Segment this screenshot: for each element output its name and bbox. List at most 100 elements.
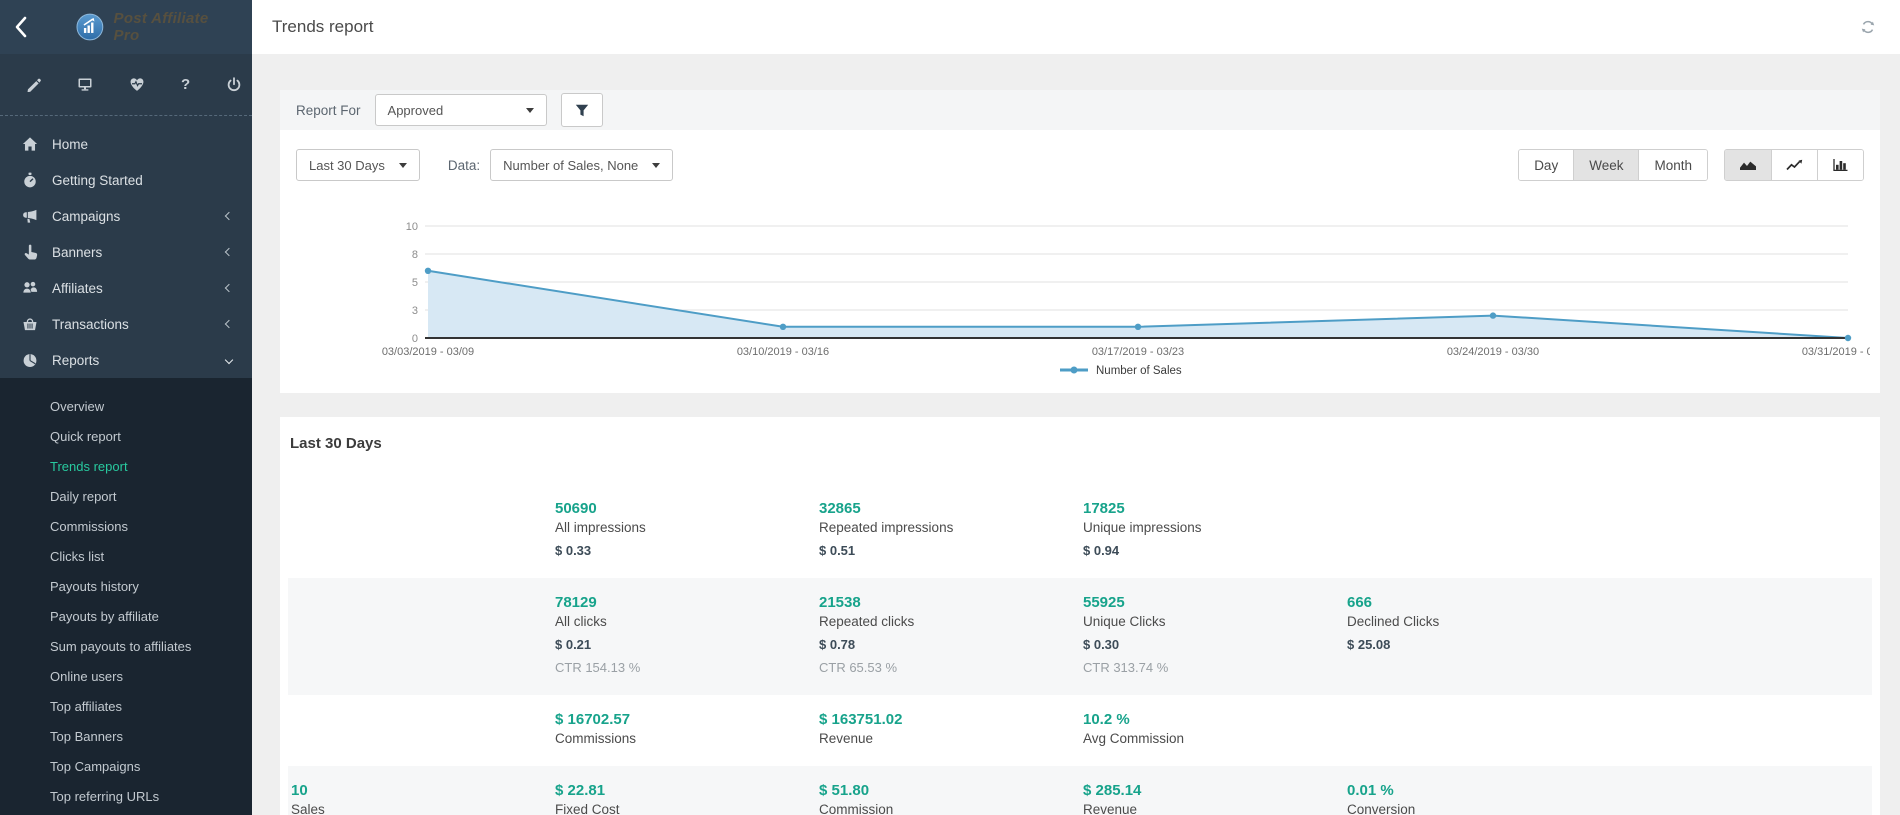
stat-sales-revenue: $ 285.14 Revenue avg$ 28.51: [1080, 782, 1344, 815]
submenu-item-sum-payouts[interactable]: Sum payouts to affiliates: [0, 632, 252, 662]
bar-chart-button[interactable]: [1817, 150, 1863, 180]
stat-revenue: $ 163751.02 Revenue: [816, 711, 1080, 746]
submenu-item-top-affiliates[interactable]: Top affiliates: [0, 692, 252, 722]
sidebar-item-home[interactable]: Home: [0, 126, 252, 162]
svg-text:03/31/2019 - 04/06: 03/31/2019 - 04/06: [1802, 346, 1870, 358]
submenu-item-overview[interactable]: Overview: [0, 392, 252, 422]
svg-text:8: 8: [412, 249, 418, 261]
stat-repeated-impressions: 32865 Repeated impressions $ 0.51: [816, 500, 1080, 558]
stat-label: Declined Clicks: [1347, 614, 1608, 629]
health-button[interactable]: [129, 76, 145, 94]
stat-money: $ 25.08: [1347, 637, 1608, 652]
users-icon: [22, 280, 38, 296]
stat-value: $ 51.80: [819, 782, 1080, 799]
stat-all-clicks: 78129 All clicks $ 0.21 CTR 154.13 %: [552, 594, 816, 675]
stat-unique-impressions: 17825 Unique impressions $ 0.94: [1080, 500, 1344, 558]
report-filter-bar: Report For Approved: [280, 90, 1880, 136]
page-title: Trends report: [272, 17, 373, 37]
report-for-value: Approved: [388, 103, 444, 118]
submenu-item-payouts-by-affiliate[interactable]: Payouts by affiliate: [0, 602, 252, 632]
data-label: Data:: [448, 158, 480, 173]
area-chart-button[interactable]: [1725, 150, 1771, 180]
submenu-item-commissions[interactable]: Commissions: [0, 512, 252, 542]
sidebar-item-banners[interactable]: Banners: [0, 234, 252, 270]
trend-chart[interactable]: 03581003/03/2019 - 03/0903/10/2019 - 03/…: [290, 210, 1870, 386]
stat-label: Sales: [291, 802, 552, 815]
stat-ctr: CTR 313.74 %: [1083, 660, 1344, 675]
date-range-value: Last 30 Days: [309, 158, 385, 173]
date-range-select[interactable]: Last 30 Days: [296, 149, 420, 181]
submenu-item-online-users[interactable]: Online users: [0, 662, 252, 692]
svg-text:03/03/2019 - 03/09: 03/03/2019 - 03/09: [382, 346, 474, 358]
sidebar-item-label: Home: [52, 137, 88, 152]
back-chevron-icon: [14, 16, 28, 38]
app-root: Post Affiliate Pro: [0, 0, 1900, 815]
logout-button[interactable]: [226, 76, 242, 94]
stat-label: All clicks: [555, 614, 816, 629]
refresh-button[interactable]: [1860, 19, 1876, 35]
submenu-item-top-referring-urls[interactable]: Top referring URLs: [0, 782, 252, 812]
trends-panel: Report For Approved Last 30 Days: [280, 90, 1880, 393]
sidebar-toolbar: ?: [0, 54, 252, 116]
stats-row-sales: 10 Sales $ 22.81 Fixed Cost $ 51.80 Comm…: [288, 766, 1872, 815]
submenu-item-clicks-list[interactable]: Clicks list: [0, 542, 252, 572]
line-chart-button[interactable]: [1771, 150, 1817, 180]
home-icon: [22, 136, 38, 152]
period-week-button[interactable]: Week: [1573, 150, 1638, 180]
data-series-select[interactable]: Number of Sales, None: [490, 149, 673, 181]
stat-unique-clicks: 55925 Unique Clicks $ 0.30 CTR 313.74 %: [1080, 594, 1344, 675]
submenu-item-daily-report[interactable]: Daily report: [0, 482, 252, 512]
sidebar-item-label: Transactions: [52, 317, 129, 332]
main-area: Trends report Report For Approved: [252, 0, 1900, 815]
edit-button[interactable]: [26, 76, 41, 94]
svg-text:3: 3: [412, 305, 418, 317]
question-icon: ?: [181, 76, 190, 93]
stat-value: 32865: [819, 500, 1080, 517]
sidebar-item-getting-started[interactable]: Getting Started: [0, 162, 252, 198]
bar-chart-icon: [1832, 158, 1849, 172]
help-button[interactable]: ?: [181, 76, 190, 94]
collapse-sidebar-button[interactable]: [14, 16, 48, 38]
sidebar-item-transactions[interactable]: Transactions: [0, 306, 252, 342]
sidebar-item-reports[interactable]: Reports: [0, 342, 252, 378]
logo-text: Post Affiliate Pro: [114, 10, 238, 44]
data-series-value: Number of Sales, None: [503, 158, 638, 173]
sidebar-item-affiliates[interactable]: Affiliates: [0, 270, 252, 306]
page-header: Trends report: [252, 0, 1900, 54]
stat-all-impressions: 50690 All impressions $ 0.33: [552, 500, 816, 558]
display-button[interactable]: [77, 76, 93, 94]
stat-value: 666: [1347, 594, 1608, 611]
submenu-item-top-campaigns[interactable]: Top Campaigns: [0, 752, 252, 782]
trend-chart-container: 03581003/03/2019 - 03/0903/10/2019 - 03/…: [280, 194, 1880, 393]
submenu-item-trends-report[interactable]: Trends report: [0, 452, 252, 482]
stat-money: $ 0.78: [819, 637, 1080, 652]
sidebar-item-label: Reports: [52, 353, 99, 368]
chart-controls: Last 30 Days Data: Number of Sales, None…: [280, 136, 1880, 194]
stat-declined-clicks: 666 Declined Clicks $ 25.08: [1344, 594, 1608, 675]
period-day-button[interactable]: Day: [1519, 150, 1573, 180]
stat-label: Repeated impressions: [819, 520, 1080, 535]
filter-button[interactable]: [561, 93, 603, 127]
stats-row-revenue: $ 16702.57 Commissions $ 163751.02 Reven…: [288, 695, 1872, 766]
submenu-item-payouts-history[interactable]: Payouts history: [0, 572, 252, 602]
sidebar-item-label: Getting Started: [52, 173, 143, 188]
area-chart-icon: [1738, 158, 1758, 172]
svg-text:10: 10: [406, 221, 418, 233]
sidebar-item-campaigns[interactable]: Campaigns: [0, 198, 252, 234]
stat-avg-commission: 10.2 % Avg Commission: [1080, 711, 1344, 746]
stat-label: Commission: [819, 802, 1080, 815]
stat-money: $ 0.30: [1083, 637, 1344, 652]
submenu-item-top-banners[interactable]: Top Banners: [0, 722, 252, 752]
logo-bar: Post Affiliate Pro: [0, 0, 252, 54]
report-for-select[interactable]: Approved: [375, 94, 547, 126]
stat-value: 50690: [555, 500, 816, 517]
period-month-button[interactable]: Month: [1638, 150, 1707, 180]
stat-label: Unique impressions: [1083, 520, 1344, 535]
sidebar: Post Affiliate Pro: [0, 0, 252, 815]
chevron-left-icon: [225, 212, 233, 220]
pencil-icon: [26, 77, 41, 92]
stopwatch-icon: [22, 172, 38, 188]
submenu-item-quick-report[interactable]: Quick report: [0, 422, 252, 452]
report-for-label: Report For: [296, 103, 361, 118]
chevron-left-icon: [225, 248, 233, 256]
